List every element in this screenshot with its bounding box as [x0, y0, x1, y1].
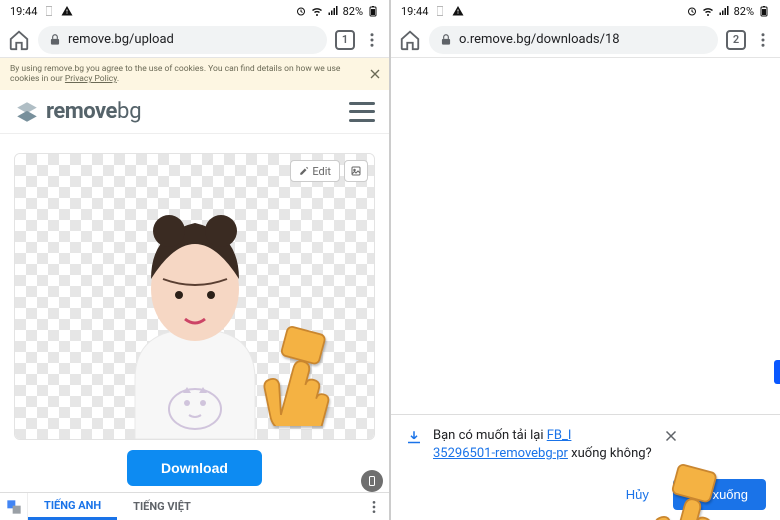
- wifi-icon: [702, 5, 714, 17]
- browser-chrome: o.remove.bg/downloads/18 2: [391, 22, 780, 58]
- result-image: [15, 154, 374, 439]
- palette-icon: [350, 165, 362, 177]
- home-icon[interactable]: [8, 29, 30, 51]
- status-time: 19:44: [401, 5, 428, 18]
- site-header: removebg: [0, 90, 389, 134]
- edit-button[interactable]: Edit: [290, 160, 340, 182]
- phone-icon: [434, 5, 446, 17]
- translate-menu-icon[interactable]: [359, 493, 389, 520]
- page-body: Bạn có muốn tải lại FB_I35296501-removeb…: [391, 58, 780, 520]
- result-tabs: Original Removed Background: [0, 134, 389, 149]
- preview-panel: Edit: [14, 153, 375, 440]
- close-icon[interactable]: [662, 427, 680, 445]
- phone-left: 19:44 82% remove.bg/upload 1 By using: [0, 0, 389, 520]
- wifi-icon: [311, 5, 323, 17]
- menu-icon[interactable]: [754, 31, 772, 49]
- edge-accent: [774, 360, 780, 384]
- cookie-banner: By using remove.bg you agree to the use …: [0, 58, 389, 90]
- lock-icon: [439, 33, 453, 47]
- alarm-icon: [686, 5, 698, 17]
- pencil-icon: [299, 166, 309, 176]
- url-text: o.remove.bg/downloads/18: [459, 32, 620, 47]
- download-icon: [405, 429, 423, 447]
- menu-icon[interactable]: [363, 31, 381, 49]
- tab-switcher[interactable]: 1: [335, 30, 355, 50]
- swap-bg-button[interactable]: [344, 160, 368, 182]
- google-translate-icon[interactable]: [0, 493, 28, 520]
- battery-text: 82%: [343, 5, 363, 18]
- url-bar[interactable]: o.remove.bg/downloads/18: [429, 26, 718, 54]
- layers-icon: [14, 99, 40, 125]
- status-time: 19:44: [10, 5, 37, 18]
- logo[interactable]: removebg: [14, 99, 142, 125]
- phone-icon: [43, 5, 55, 17]
- home-icon[interactable]: [399, 29, 421, 51]
- signal-icon: [327, 5, 339, 17]
- lang-vietnamese[interactable]: TIẾNG VIỆT: [117, 493, 207, 520]
- phone-right: 19:44 82% o.remove.bg/downloads/18 2: [391, 0, 780, 520]
- confirm-download-button[interactable]: Tải xuống: [673, 479, 766, 510]
- status-bar: 19:44 82%: [0, 0, 389, 22]
- lock-icon: [48, 33, 62, 47]
- translate-bar: TIẾNG ANH TIẾNG VIỆT: [0, 492, 389, 520]
- battery-icon: [367, 5, 379, 17]
- warning-icon: [452, 5, 464, 17]
- signal-icon: [718, 5, 730, 17]
- download-button[interactable]: Download: [127, 450, 262, 486]
- hamburger-icon[interactable]: [349, 102, 375, 122]
- lang-english[interactable]: TIẾNG ANH: [28, 493, 117, 520]
- url-text: remove.bg/upload: [68, 32, 174, 47]
- privacy-link[interactable]: Privacy Policy: [65, 74, 117, 84]
- close-icon[interactable]: [367, 66, 383, 82]
- reader-fab[interactable]: [361, 470, 383, 492]
- battery-icon: [758, 5, 770, 17]
- person-illustration: [75, 179, 315, 439]
- tab-switcher[interactable]: 2: [726, 30, 746, 50]
- url-bar[interactable]: remove.bg/upload: [38, 26, 327, 54]
- status-bar: 19:44 82%: [391, 0, 780, 22]
- warning-icon: [61, 5, 73, 17]
- cancel-button[interactable]: Hủy: [616, 481, 659, 508]
- download-prompt: Bạn có muốn tải lại FB_I35296501-removeb…: [391, 414, 780, 520]
- battery-text: 82%: [734, 5, 754, 18]
- download-message: Bạn có muốn tải lại FB_I35296501-removeb…: [433, 427, 652, 463]
- alarm-icon: [295, 5, 307, 17]
- browser-chrome: remove.bg/upload 1: [0, 22, 389, 58]
